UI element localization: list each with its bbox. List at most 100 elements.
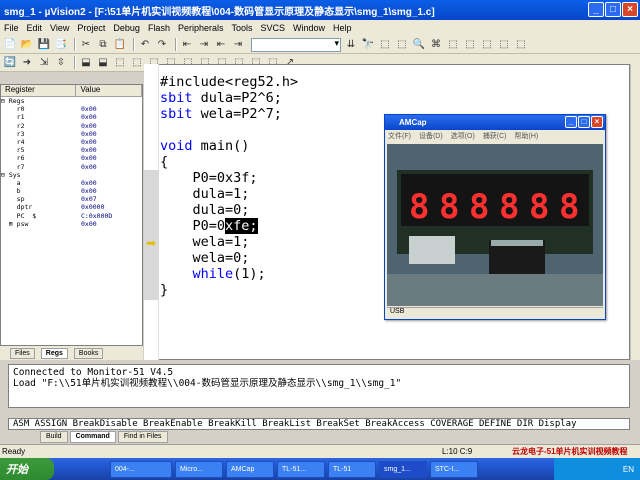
register-value: 0x0000 [81, 203, 105, 212]
register-row[interactable]: r1 0x00 [1, 113, 142, 121]
editor-scrollbar[interactable] [630, 64, 640, 360]
tab-find-in-files[interactable]: Find in Files [117, 431, 168, 443]
menu-debug[interactable]: Debug [113, 23, 140, 33]
menu-help[interactable]: Help [333, 23, 352, 33]
register-row[interactable]: dptr 0x0000 [1, 203, 142, 211]
task-item[interactable]: smg_1... [379, 460, 427, 478]
menu-project[interactable]: Project [77, 23, 105, 33]
menu-window[interactable]: Window [293, 23, 325, 33]
close-button[interactable]: × [622, 2, 638, 17]
tab-regs[interactable]: Regs [40, 347, 68, 359]
indent-icon[interactable]: ⇥ [197, 38, 211, 52]
column-value[interactable]: Value [76, 85, 142, 96]
new-file-icon[interactable]: 📄 [3, 38, 17, 52]
register-value: 0x00 [81, 105, 97, 114]
find-next-icon[interactable]: ⇊ [344, 38, 358, 52]
settings-icon[interactable]: ⌘ [429, 38, 443, 52]
register-row[interactable]: r5 0x00 [1, 146, 142, 154]
view-icon[interactable]: ⬓ [79, 56, 93, 70]
bookmark-prev-icon[interactable]: ⇤ [214, 38, 228, 52]
redo-icon[interactable]: ↷ [155, 38, 169, 52]
task-item[interactable]: TL-51... [277, 460, 325, 478]
register-row[interactable]: b 0x00 [1, 187, 142, 195]
display-digit: 8 [529, 187, 549, 227]
display-digit: 8 [439, 187, 459, 227]
menu-tools[interactable]: Tools [231, 23, 252, 33]
save-all-icon[interactable]: 📑 [54, 38, 68, 52]
save-icon[interactable]: 💾 [37, 38, 51, 52]
register-name: r4 [1, 137, 25, 146]
window-icon[interactable]: ⬚ [463, 38, 477, 52]
register-row[interactable]: r3 0x00 [1, 130, 142, 138]
task-item[interactable]: 004-... [110, 460, 172, 478]
menu-file[interactable]: File [4, 23, 19, 33]
menu-flash[interactable]: Flash [148, 23, 170, 33]
bookmark-next-icon[interactable]: ⇥ [231, 38, 245, 52]
command-list[interactable]: ASM ASSIGN BreakDisable BreakEnable Brea… [8, 418, 630, 430]
view-icon[interactable]: ⬚ [130, 56, 144, 70]
task-item[interactable]: TL-51 [328, 460, 376, 478]
menu-peripherals[interactable]: Peripherals [178, 23, 224, 33]
paste-icon[interactable]: 📋 [113, 38, 127, 52]
minimize-button[interactable]: _ [588, 2, 604, 17]
view-icon[interactable]: ⬓ [96, 56, 110, 70]
menu-view[interactable]: View [50, 23, 69, 33]
tool-icon[interactable]: ⬚ [378, 38, 392, 52]
amcap-close-button[interactable]: × [591, 116, 603, 128]
menu-svcs[interactable]: SVCS [261, 23, 286, 33]
task-item[interactable]: Micro... [175, 460, 223, 478]
open-file-icon[interactable]: 📂 [20, 38, 34, 52]
outdent-icon[interactable]: ⇤ [180, 38, 194, 52]
tab-command[interactable]: Command [69, 431, 116, 443]
start-button[interactable]: 开始 [0, 458, 54, 480]
window-icon[interactable]: ⬚ [446, 38, 460, 52]
menu-edit[interactable]: Edit [27, 23, 43, 33]
view-icon[interactable]: ⬚ [113, 56, 127, 70]
register-row[interactable]: ⊟ Sys [1, 171, 142, 179]
maximize-button[interactable]: □ [605, 2, 621, 17]
tab-books[interactable]: Books [73, 347, 104, 359]
amcap-minimize-button[interactable]: _ [565, 116, 577, 128]
amcap-menu-options[interactable]: 选项(O) [451, 131, 475, 141]
register-row[interactable]: ⊟ Regs [1, 97, 142, 105]
input-language[interactable]: EN [623, 465, 634, 474]
tool-icon[interactable]: ⬚ [395, 38, 409, 52]
column-register[interactable]: Register [1, 85, 77, 96]
register-row[interactable]: r0 0x00 [1, 105, 142, 113]
amcap-title-bar[interactable]: AMCap _ □ × [385, 115, 605, 130]
register-row[interactable]: r4 0x00 [1, 138, 142, 146]
run-icon[interactable]: ➜ [20, 56, 34, 70]
tab-files[interactable]: Files [10, 347, 35, 359]
amcap-menu-device[interactable]: 设备(D) [419, 131, 443, 141]
cut-icon[interactable]: ✂ [79, 38, 93, 52]
reset-icon[interactable]: 🔄 [3, 56, 17, 70]
task-item[interactable]: STC-I... [430, 460, 478, 478]
register-row[interactable]: ⊞ psw 0x00 [1, 220, 142, 228]
tab-build[interactable]: Build [40, 431, 68, 443]
register-row[interactable]: a 0x00 [1, 179, 142, 187]
step-into-icon[interactable]: ⇲ [37, 56, 51, 70]
find-combo[interactable] [251, 37, 341, 52]
register-row[interactable]: sp 0x07 [1, 195, 142, 203]
window-icon[interactable]: ⬚ [497, 38, 511, 52]
copy-icon[interactable]: ⧉ [96, 38, 110, 52]
register-name: b [1, 187, 21, 196]
amcap-maximize-button[interactable]: □ [578, 116, 590, 128]
task-item[interactable]: AMCap [226, 460, 274, 478]
register-row[interactable]: r6 0x00 [1, 154, 142, 162]
window-icon[interactable]: ⬚ [480, 38, 494, 52]
register-row[interactable]: r7 0x00 [1, 163, 142, 171]
window-icon[interactable]: ⬚ [514, 38, 528, 52]
amcap-menu-capture[interactable]: 捕获(C) [483, 131, 507, 141]
amcap-menu-file[interactable]: 文件(F) [388, 131, 411, 141]
amcap-window[interactable]: AMCap _ □ × 文件(F) 设备(D) 选项(O) 捕获(C) 帮助(H… [384, 114, 606, 320]
step-over-icon[interactable]: ⇳ [54, 56, 68, 70]
debug-icon[interactable]: 🔍 [412, 38, 426, 52]
amcap-menu-help[interactable]: 帮助(H) [515, 131, 539, 141]
register-row[interactable]: PC $ C:0x000D [1, 212, 142, 220]
undo-icon[interactable]: ↶ [138, 38, 152, 52]
binoculars-icon[interactable]: 🔭 [361, 38, 375, 52]
output-window[interactable]: Connected to Monitor-51 V4.5 Load "F:\\5… [8, 364, 630, 408]
register-row[interactable]: r2 0x00 [1, 122, 142, 130]
